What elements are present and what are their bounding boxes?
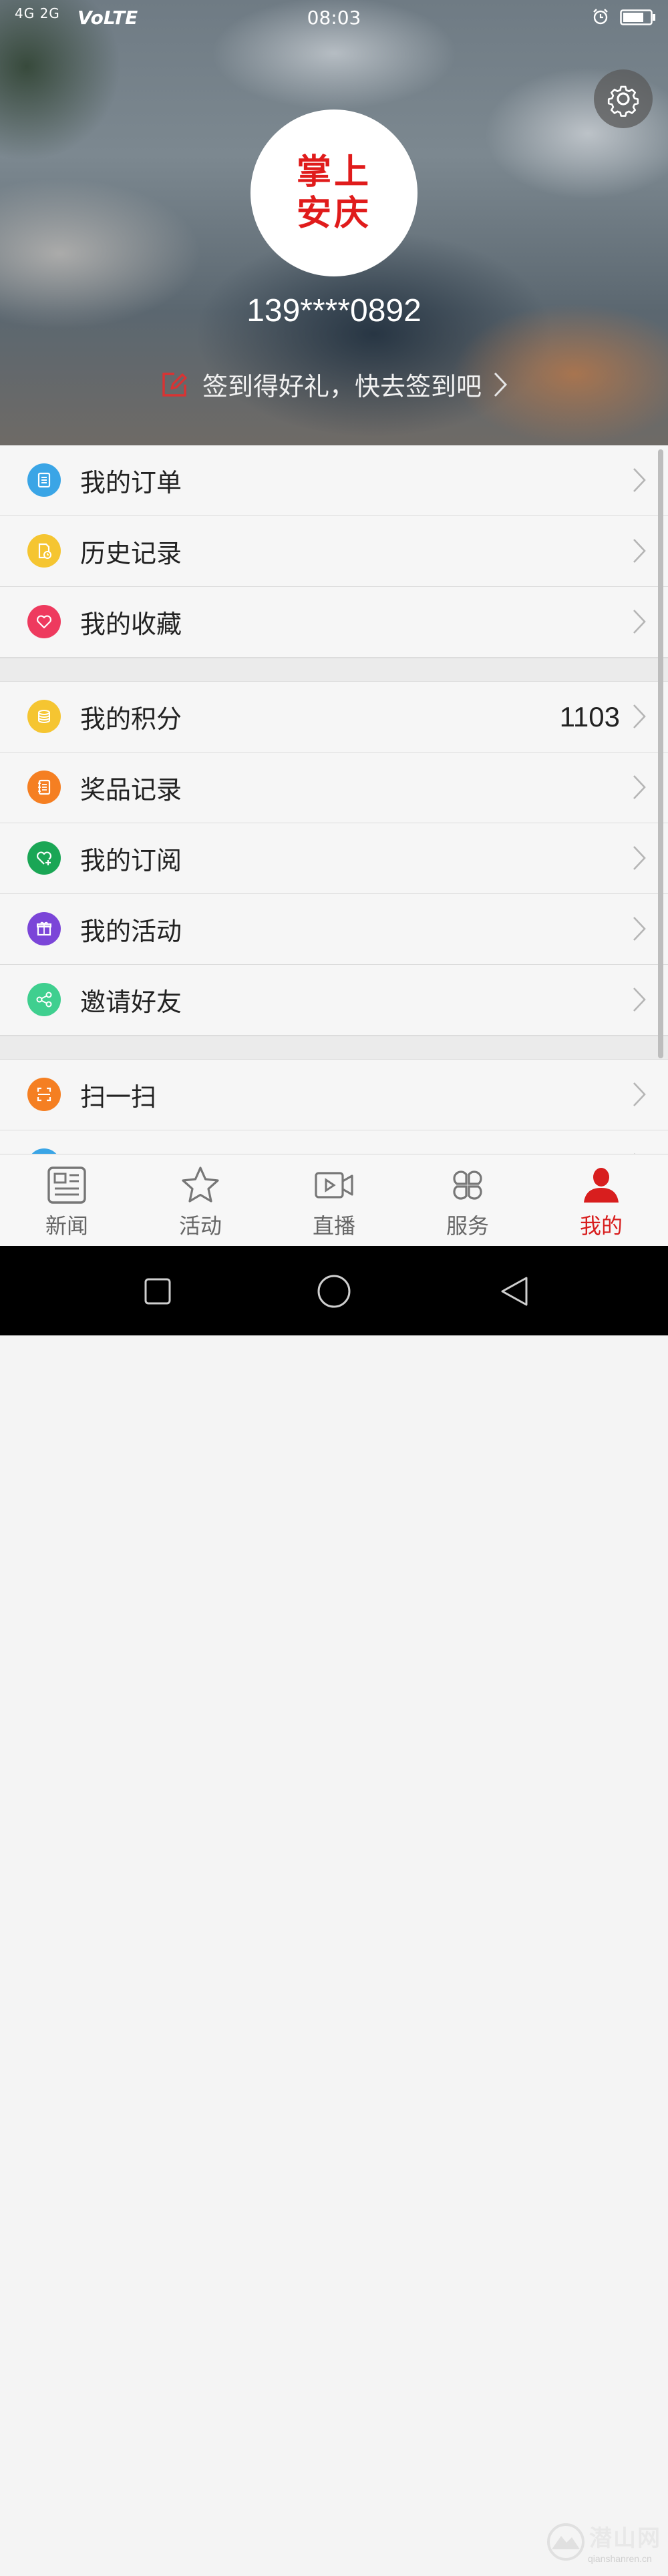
chevron-right-icon <box>633 704 646 728</box>
status-bar: 4G 2G VoLTE 08:03 <box>0 0 668 35</box>
user-phone: 139****0892 <box>246 293 422 329</box>
tab-label: 我的 <box>579 1213 623 1239</box>
favorite-icon <box>27 605 61 638</box>
tab-label: 新闻 <box>45 1213 88 1239</box>
menu-group: 我的积分 1103 奖品记录 我的订阅 我的活动 邀请好友 <box>0 682 668 1036</box>
video-icon <box>315 1172 353 1199</box>
menu-label: 扫一扫 <box>80 1082 157 1112</box>
mountain-logo-icon <box>547 2523 584 2561</box>
order-icon <box>27 463 61 497</box>
menu-item-favorites[interactable]: 我的收藏 <box>0 587 668 658</box>
recent-apps-button[interactable] <box>144 1278 171 1305</box>
settings-button[interactable] <box>594 69 653 128</box>
menu-item-scan[interactable]: 扫一扫 <box>0 1060 668 1130</box>
tab-label: 活动 <box>178 1213 222 1239</box>
services-icon <box>453 1170 482 1200</box>
section-divider <box>0 658 668 682</box>
status-time: 08:03 <box>307 7 361 29</box>
menu-label: 我的收藏 <box>80 610 182 639</box>
menu-group: 我的订单 历史记录 我的收藏 <box>0 445 668 658</box>
chevron-right-icon <box>633 468 646 492</box>
tab-activities[interactable]: 活动 <box>134 1154 267 1247</box>
tab-live[interactable]: 直播 <box>267 1154 401 1247</box>
scan-icon <box>27 1078 61 1111</box>
chevron-right-icon <box>633 539 646 563</box>
menu-label: 邀请好友 <box>80 988 182 1017</box>
tab-label: 直播 <box>312 1213 355 1239</box>
subscribe-icon <box>27 841 61 875</box>
menu-item-orders[interactable]: 我的订单 <box>0 445 668 516</box>
menu-item-activities[interactable]: 我的活动 <box>0 894 668 965</box>
alarm-icon <box>593 9 608 25</box>
checkin-link[interactable]: 签到得好礼，快去签到吧 <box>0 366 668 403</box>
tab-services[interactable]: 服务 <box>401 1154 534 1247</box>
avatar[interactable]: 掌上 安庆 <box>251 110 418 276</box>
profile-icon <box>584 1168 619 1203</box>
profile-header: 4G 2G VoLTE 08:03 掌上 安庆 139****0892 签到得好… <box>0 0 668 445</box>
avatar-logo-line2: 安庆 <box>296 193 371 234</box>
tab-news[interactable]: 新闻 <box>0 1154 134 1247</box>
scrollbar[interactable] <box>658 449 663 1058</box>
checkin-text: 签到得好礼，快去签到吧 <box>202 372 482 401</box>
menu-item-invite[interactable]: 邀请好友 <box>0 965 668 1036</box>
chevron-right-icon <box>633 988 646 1012</box>
back-button[interactable] <box>500 1275 529 1307</box>
section-divider <box>0 1036 668 1060</box>
bottom-tab-bar: 新闻 活动 直播 服务 我的 <box>0 1154 668 1247</box>
menu-label: 我的订阅 <box>80 846 182 875</box>
news-icon <box>47 1166 86 1204</box>
battery-icon <box>620 9 655 25</box>
chevron-right-icon <box>633 846 646 870</box>
tab-label: 服务 <box>446 1213 489 1239</box>
site-watermark: 潜山网 qianshanren.cn <box>546 2523 667 2576</box>
avatar-logo-line1: 掌上 <box>296 152 371 192</box>
menu-label: 我的积分 <box>80 704 182 734</box>
chevron-right-icon <box>633 610 646 634</box>
history-icon <box>27 534 61 568</box>
gear-icon <box>607 85 639 117</box>
menu-label: 我的活动 <box>80 917 182 946</box>
chevron-right-icon <box>633 775 646 799</box>
menu-label: 奖品记录 <box>80 775 182 805</box>
prize-icon <box>27 771 61 804</box>
tab-profile[interactable]: 我的 <box>534 1154 668 1247</box>
points-icon <box>27 700 61 733</box>
system-navigation-bar: 潜山网 qianshanren.cn <box>0 1246 668 2564</box>
menu-label: 历史记录 <box>80 539 182 568</box>
points-value: 1103 <box>559 700 620 732</box>
chevron-right-icon <box>633 1082 646 1106</box>
menu-label: 我的订单 <box>80 468 182 497</box>
share-icon <box>27 983 61 1016</box>
activity-icon <box>27 912 61 945</box>
star-icon <box>182 1166 219 1203</box>
edit-icon <box>162 372 187 397</box>
menu-item-points[interactable]: 我的积分 1103 <box>0 682 668 753</box>
menu-item-prizes[interactable]: 奖品记录 <box>0 753 668 823</box>
watermark-subtitle: qianshanren.cn <box>588 2553 652 2564</box>
menu-item-history[interactable]: 历史记录 <box>0 516 668 587</box>
chevron-right-icon <box>633 917 646 941</box>
menu-item-subscriptions[interactable]: 我的订阅 <box>0 823 668 894</box>
chevron-right-icon <box>494 372 508 397</box>
watermark-title: 潜山网 <box>589 2525 661 2552</box>
home-button[interactable] <box>317 1274 351 1309</box>
menu-list: 我的订单 历史记录 我的收藏 我的积分 1103 奖品记录 我的订阅 我的活动 … <box>0 445 668 1201</box>
